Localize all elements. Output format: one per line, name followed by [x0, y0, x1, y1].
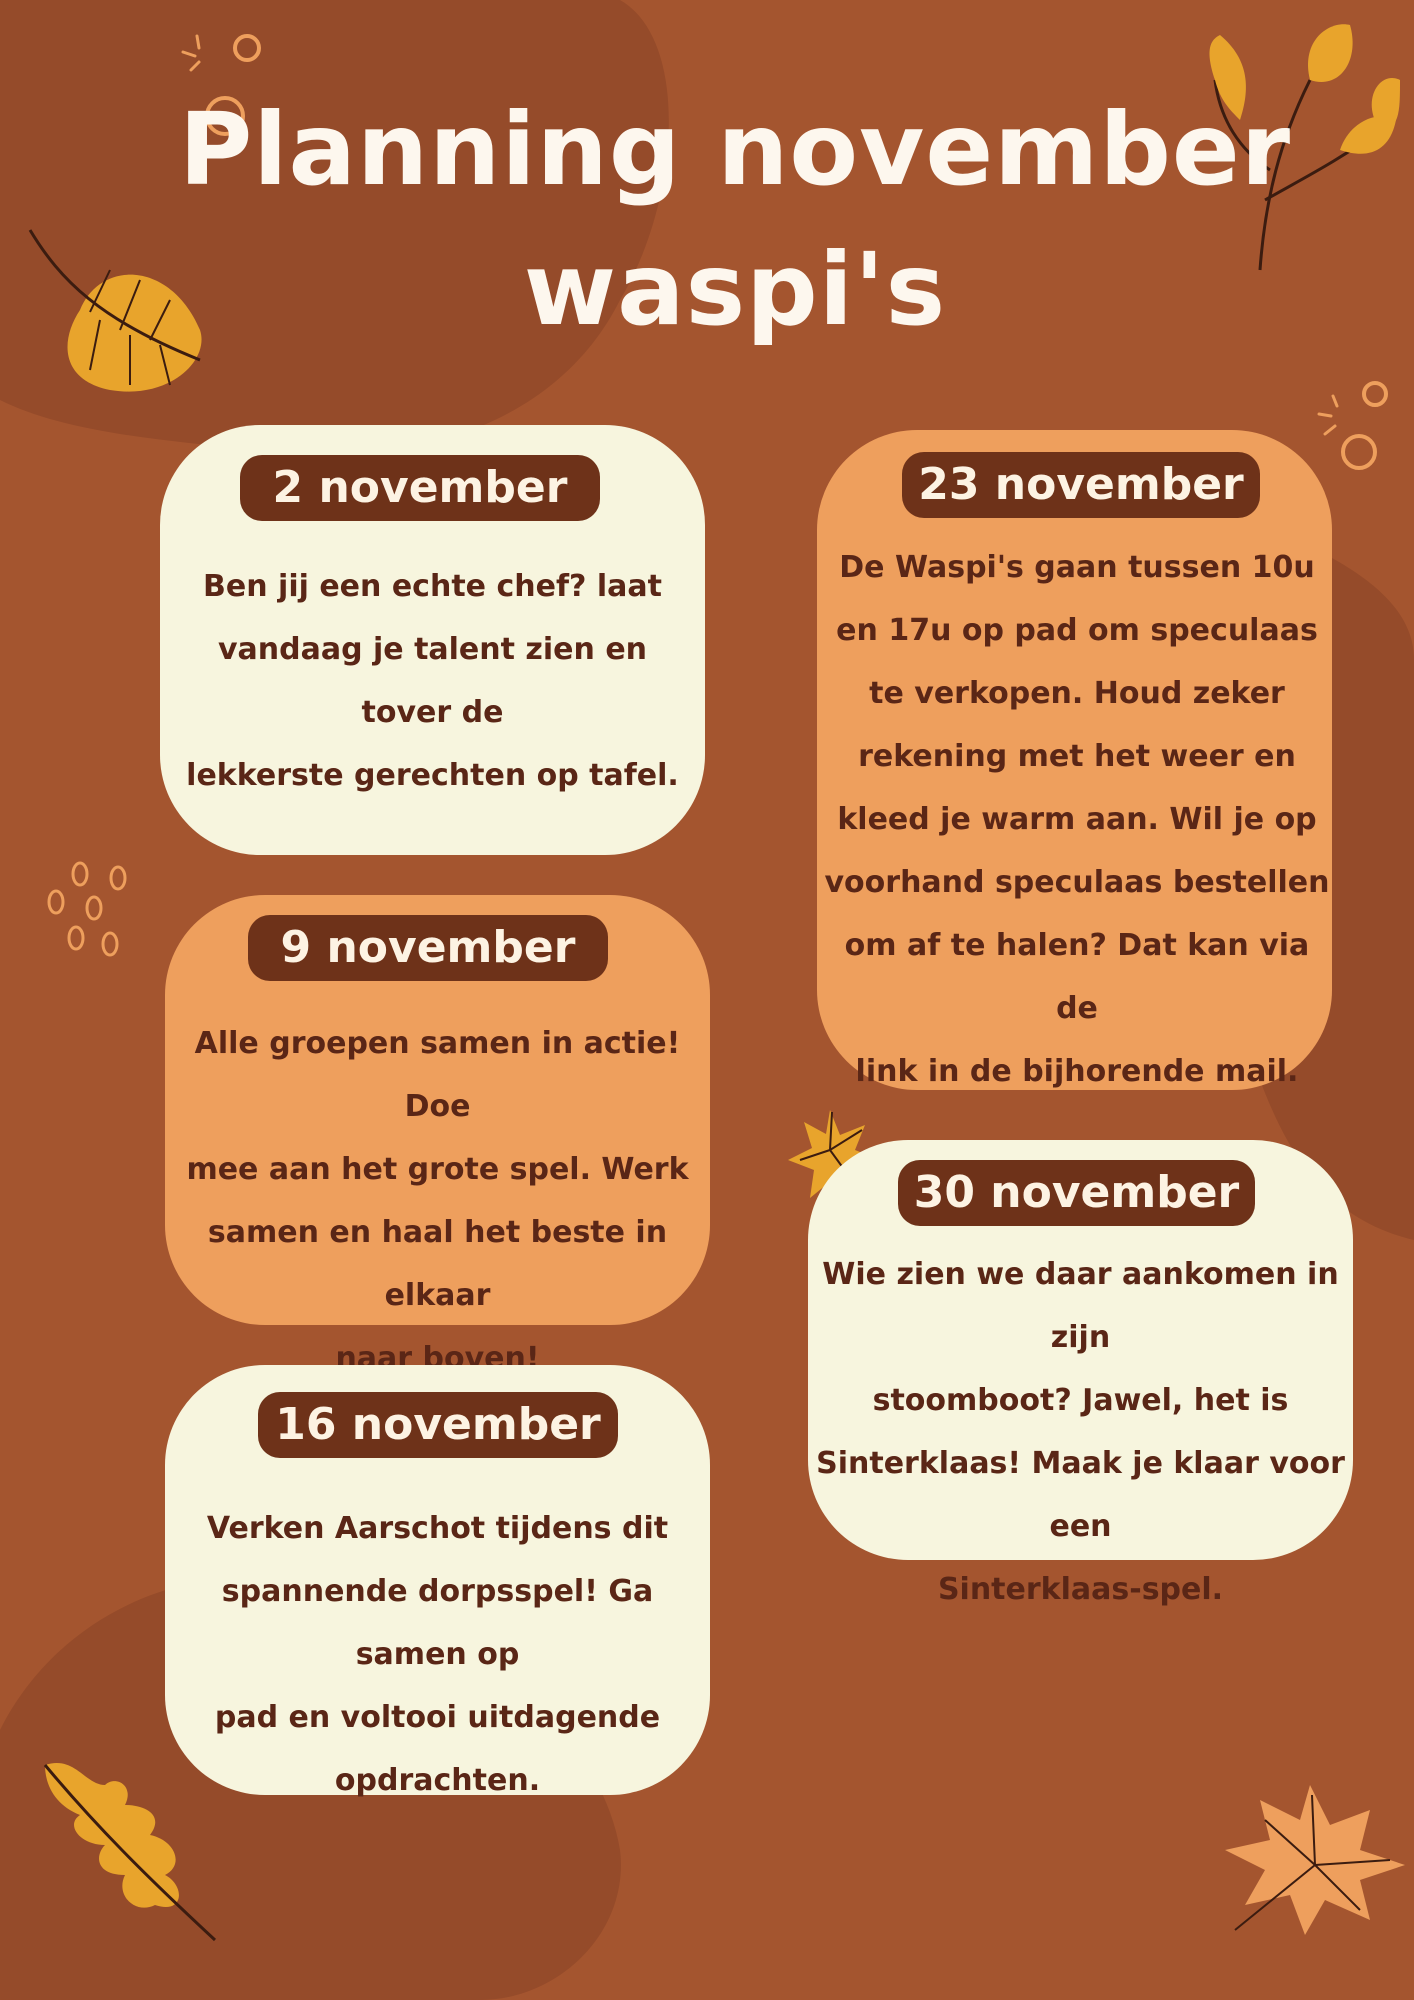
description-line: mee aan het grote spel. Werk [186, 1152, 689, 1187]
maple-leaf-icon [1225, 1785, 1405, 1935]
description-line: Wie zien we daar aankomen in zijn [822, 1257, 1339, 1355]
dots-icon [47, 861, 127, 957]
description-line: rekening met het weer en [858, 739, 1296, 774]
event-date-23-november: 23 november [902, 452, 1260, 518]
description-line: kleed je warm aan. Wil je op [837, 802, 1317, 837]
event-date-16-november: 16 november [258, 1392, 618, 1458]
description-line: samen en haal het beste in elkaar [207, 1215, 668, 1313]
description-line: Sinterklaas! Maak je klaar voor een [816, 1446, 1345, 1544]
page-title: Planning november waspi's [160, 80, 1310, 360]
description-line: Alle groepen samen in actie! Doe [194, 1026, 681, 1124]
description-line: stoomboot? Jawel, het is [872, 1383, 1289, 1418]
event-description-23-november: De Waspi's gaan tussen 10u en 17u op pad… [822, 536, 1332, 1103]
page-title-line-1: Planning november [178, 91, 1292, 208]
description-line: link in de bijhorende mail. [855, 1054, 1299, 1089]
description-line: en 17u op pad om speculaas [836, 613, 1318, 648]
event-description-9-november: Alle groepen samen in actie! Doe mee aan… [180, 1012, 695, 1390]
event-description-16-november: Verken Aarschot tijdens dit spannende do… [180, 1497, 695, 1812]
circles-icon [1317, 381, 1388, 470]
description-line: opdrachten. [334, 1763, 541, 1798]
description-line: spannende dorpsspel! Ga samen op [221, 1574, 654, 1672]
page-title-line-2: waspi's [523, 231, 947, 348]
description-line: om af te halen? Dat kan via de [844, 928, 1310, 1026]
description-line: Ben jij een echte chef? laat [203, 569, 662, 604]
description-line: lekkerste gerechten op tafel. [186, 758, 679, 793]
description-line: vandaag je talent zien en tover de [217, 632, 648, 730]
event-description-2-november: Ben jij een echte chef? laat vandaag je … [175, 555, 690, 807]
description-line: Sinterklaas-spel. [937, 1572, 1224, 1607]
event-description-30-november: Wie zien we daar aankomen in zijn stoomb… [808, 1243, 1353, 1621]
description-line: voorhand speculaas bestellen [824, 865, 1330, 900]
event-date-30-november: 30 november [898, 1160, 1255, 1226]
description-line: pad en voltooi uitdagende [214, 1700, 661, 1735]
event-date-9-november: 9 november [248, 915, 608, 981]
event-date-2-november: 2 november [240, 455, 600, 521]
description-line: te verkopen. Houd zeker [869, 676, 1285, 711]
description-line: De Waspi's gaan tussen 10u [839, 550, 1315, 585]
description-line: Verken Aarschot tijdens dit [206, 1511, 669, 1546]
